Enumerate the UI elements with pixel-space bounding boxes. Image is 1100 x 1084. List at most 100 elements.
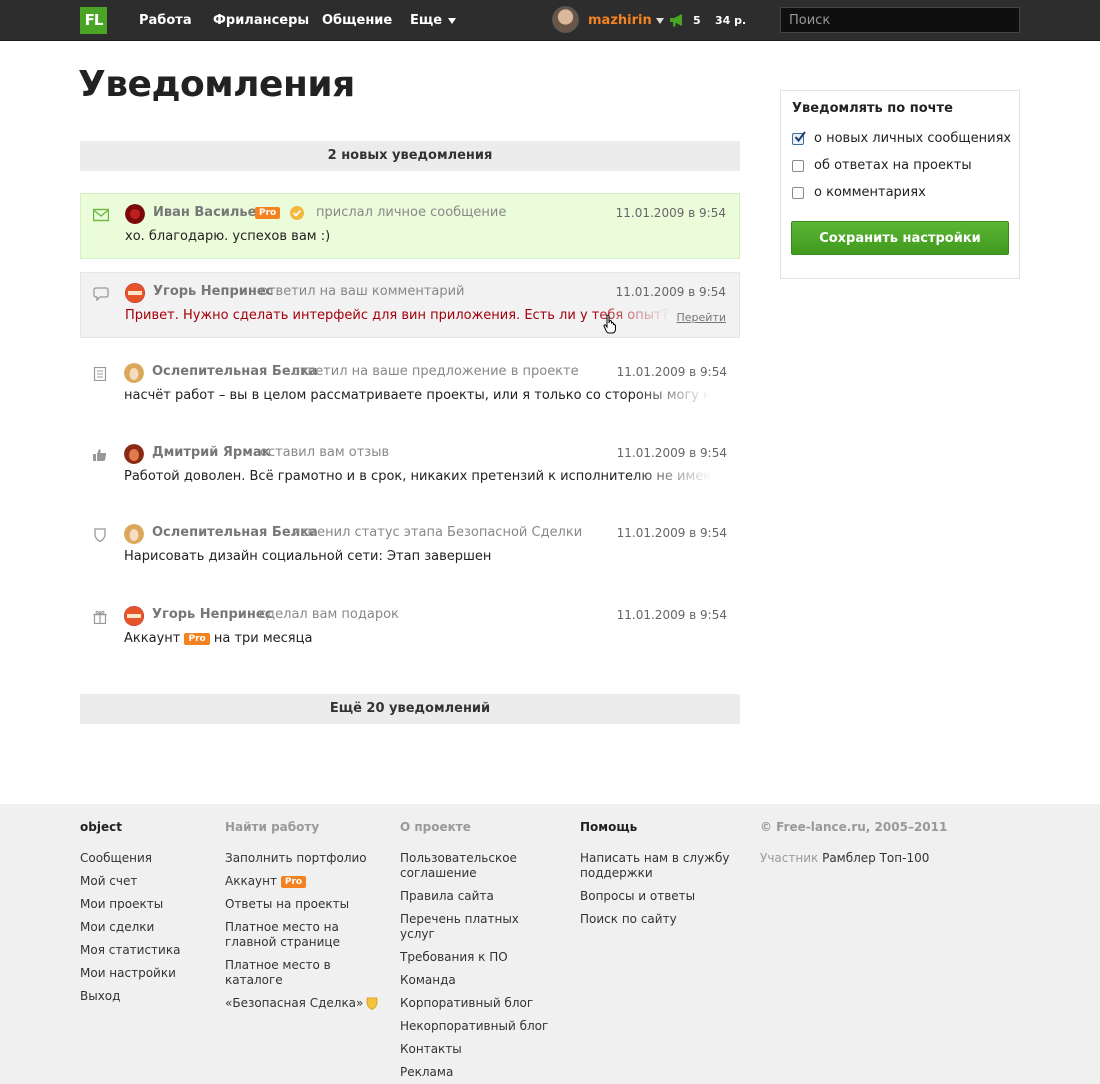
email-notification-settings: Уведомлять по почте о новых личных сообщ… <box>780 90 1020 279</box>
copyright: © Free-lance.ru, 2005–2011 <box>760 820 948 834</box>
save-settings-button[interactable]: Сохранить настройки <box>791 221 1009 255</box>
footer-link-label: Аккаунт <box>225 874 277 888</box>
go-to-link[interactable]: Перейти <box>677 311 727 324</box>
site-logo[interactable]: FL <box>80 7 107 34</box>
hand-cursor-icon <box>603 314 616 334</box>
nav-item-more[interactable]: Еще <box>410 0 457 41</box>
avatar[interactable] <box>124 363 144 383</box>
footer-link-safe-deal[interactable]: «Безопасная Сделка» <box>225 996 385 1011</box>
notification-item[interactable]: Ослепительная Белка изменил статус этапа… <box>80 514 740 580</box>
footer-column-copyright: © Free-lance.ru, 2005–2011 Участник Рамб… <box>760 820 947 865</box>
notification-text-after: на три месяца <box>213 631 313 646</box>
footer-link[interactable]: Реклама <box>400 1065 550 1080</box>
checkmark-icon <box>794 131 806 143</box>
footer-link[interactable]: Платное место в каталоге <box>225 958 385 988</box>
shield-icon <box>366 997 378 1010</box>
pro-badge: Pro <box>184 632 210 645</box>
top-navigation-bar: FL Работа Фрилансеры Общение Еще mazhiri… <box>0 0 1100 41</box>
footer-link[interactable]: Написать нам в службу поддержки <box>580 851 730 881</box>
gift-icon <box>93 610 107 624</box>
footer-link[interactable]: Контакты <box>400 1042 550 1057</box>
footer-link[interactable]: Перечень платных услуг <box>400 912 550 942</box>
megaphone-icon[interactable] <box>669 13 686 27</box>
page-title: Уведомления <box>78 64 355 105</box>
notification-date: 11.01.2009 в 9:54 <box>616 365 727 379</box>
chevron-down-icon <box>448 17 457 24</box>
envelope-icon <box>93 208 109 222</box>
checkbox[interactable] <box>792 160 804 172</box>
footer-link[interactable]: Некорпоративный блог <box>400 1019 550 1034</box>
footer-link[interactable]: Сообщения <box>80 851 180 866</box>
username-label: mazhirin <box>588 13 652 28</box>
avatar[interactable] <box>124 606 144 626</box>
footer-link[interactable]: Ответы на проекты <box>225 897 385 912</box>
footer-link[interactable]: Мои сделки <box>80 920 180 935</box>
notification-date: 11.01.2009 в 9:54 <box>615 206 726 220</box>
avatar[interactable] <box>125 283 145 303</box>
footer-link[interactable]: Выход <box>80 989 180 1004</box>
footer-link[interactable]: Поиск по сайту <box>580 912 730 927</box>
notification-item[interactable]: Иван Васильев Pro прислал личное сообщен… <box>80 193 740 259</box>
notification-date: 11.01.2009 в 9:54 <box>615 285 726 299</box>
rambler-top100-link[interactable]: Рамблер Топ-100 <box>822 851 929 865</box>
checkbox[interactable] <box>792 187 804 199</box>
footer-link-account[interactable]: Аккаунт Pro <box>225 874 385 889</box>
notification-author[interactable]: Угорь Непринес <box>153 284 273 299</box>
option-label: о новых личных сообщениях <box>814 131 1012 146</box>
footer-column-help: Помощь Написать нам в службу поддержки В… <box>580 820 730 935</box>
avatar[interactable] <box>124 444 144 464</box>
notification-item[interactable]: Угорь Непринес сделал вам подарок 11.01.… <box>80 596 740 662</box>
footer-link[interactable]: Правила сайта <box>400 889 550 904</box>
account-balance[interactable]: 34 р. <box>715 0 746 41</box>
footer-column-title: Помощь <box>580 820 638 834</box>
footer-link[interactable]: Корпоративный блог <box>400 996 550 1011</box>
footer-link[interactable]: Требования к ПО <box>400 950 550 965</box>
notification-text: Нарисовать дизайн социальной сети: Этап … <box>124 549 492 564</box>
notification-item[interactable]: Ослепительная Белка ответил на ваше пред… <box>80 353 740 419</box>
notification-item[interactable]: Дмитрий Ярмак оставил вам отзыв 11.01.20… <box>80 434 740 500</box>
nav-item-community[interactable]: Общение <box>322 0 392 41</box>
search-input[interactable] <box>780 7 1020 33</box>
notification-date: 11.01.2009 в 9:54 <box>616 446 727 460</box>
user-menu[interactable]: mazhirin <box>588 0 664 41</box>
nav-item-freelancers[interactable]: Фрилансеры <box>213 0 309 41</box>
footer-link[interactable]: Команда <box>400 973 550 988</box>
footer-link[interactable]: Платное место на главной странице <box>225 920 385 950</box>
footer-link[interactable]: Мои настройки <box>80 966 180 981</box>
notification-item[interactable]: Угорь Непринес ответил на ваш комментари… <box>80 272 740 338</box>
footer-link[interactable]: Моя статистика <box>80 943 180 958</box>
member-label: Участник <box>760 851 819 865</box>
notification-action: оставил вам отзыв <box>260 445 390 460</box>
verified-badge-icon <box>290 206 304 220</box>
user-avatar[interactable] <box>552 6 579 33</box>
footer-column-about: О проекте Пользовательское соглашение Пр… <box>400 820 550 1084</box>
footer-link[interactable]: Пользовательское соглашение <box>400 851 550 881</box>
footer-link-label: «Безопасная Сделка» <box>225 996 364 1010</box>
notification-action: ответил на ваш комментарий <box>260 284 465 299</box>
load-more-notifications-button[interactable]: Ещё 20 уведомлений <box>80 694 740 724</box>
notification-text: Привет. Нужно сделать интерфейс для вин … <box>125 308 673 323</box>
notification-action: сделал вам подарок <box>259 607 399 622</box>
notification-action: ответил на ваше предложение в проекте <box>292 364 579 379</box>
nav-item-work[interactable]: Работа <box>139 0 192 41</box>
notification-author[interactable]: Иван Васильев <box>153 205 265 220</box>
rambler-member: Участник Рамблер Топ-100 <box>760 851 947 865</box>
events-counter[interactable]: 5 <box>693 0 701 41</box>
notification-date: 11.01.2009 в 9:54 <box>616 526 727 540</box>
document-icon <box>93 367 107 381</box>
avatar[interactable] <box>125 204 145 224</box>
notification-author[interactable]: Угорь Непринес <box>152 607 272 622</box>
pro-badge: Pro <box>280 875 307 888</box>
footer-link[interactable]: Заполнить портфолио <box>225 851 385 866</box>
checkbox[interactable] <box>792 131 806 145</box>
option-label: о комментариях <box>814 185 926 200</box>
footer-link[interactable]: Мой счет <box>80 874 180 889</box>
notification-text: Аккаунт Pro на три месяца <box>124 631 712 646</box>
footer-link[interactable]: Мои проекты <box>80 897 180 912</box>
notification-author[interactable]: Дмитрий Ярмак <box>152 445 270 460</box>
notification-text: Работой доволен. Всё грамотно и в срок, … <box>124 469 712 484</box>
footer-column-find-work: Найти работу Заполнить портфолио Аккаунт… <box>225 820 385 1019</box>
footer-link[interactable]: Вопросы и ответы <box>580 889 730 904</box>
avatar[interactable] <box>124 524 144 544</box>
nav-item-more-label: Еще <box>410 13 443 28</box>
